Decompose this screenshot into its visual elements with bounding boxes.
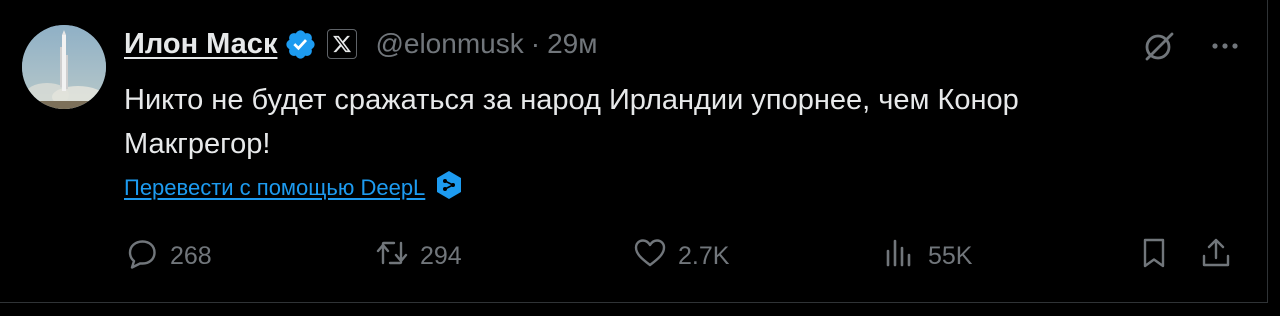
verified-badge-icon[interactable] bbox=[284, 28, 317, 61]
separator-dot: · bbox=[530, 28, 541, 59]
bookmark-button[interactable] bbox=[1136, 236, 1172, 276]
tweet-top-actions bbox=[1141, 28, 1243, 69]
like-count: 2.7K bbox=[678, 241, 730, 270]
x-affiliate-icon[interactable] bbox=[327, 29, 358, 59]
repost-icon bbox=[374, 235, 410, 278]
tweet-card[interactable]: Илон Маск @elonmusk · 29м Никто не будет… bbox=[0, 0, 1268, 303]
translate-link[interactable]: Перевести с помощью DeepL bbox=[124, 175, 425, 201]
views-button[interactable]: 55K bbox=[882, 236, 972, 276]
repost-button[interactable]: 294 bbox=[374, 236, 462, 276]
reply-icon bbox=[124, 235, 160, 278]
share-icon bbox=[1198, 235, 1234, 278]
share-button[interactable] bbox=[1198, 236, 1234, 276]
views-count: 55K bbox=[928, 241, 973, 270]
tweet-text: Никто не будет сражаться за народ Ирланд… bbox=[124, 84, 1019, 160]
display-name[interactable]: Илон Маск bbox=[124, 28, 277, 61]
reply-button[interactable]: 268 bbox=[124, 236, 212, 276]
avatar[interactable] bbox=[22, 25, 106, 109]
like-icon bbox=[632, 235, 668, 278]
timestamp[interactable]: 29м bbox=[547, 28, 597, 60]
tweet-actions: 268 294 2.7K 55K bbox=[124, 236, 1244, 276]
views-icon bbox=[882, 235, 918, 278]
bookmark-icon bbox=[1136, 235, 1172, 278]
translate-row: Перевести с помощью DeepL bbox=[124, 170, 463, 205]
grok-icon[interactable] bbox=[1141, 28, 1177, 69]
more-options-icon[interactable] bbox=[1177, 28, 1243, 69]
rocket-launch-image bbox=[22, 25, 106, 109]
like-button[interactable]: 2.7K bbox=[632, 236, 729, 276]
handle[interactable]: @elonmusk bbox=[375, 28, 523, 60]
repost-count: 294 bbox=[420, 241, 462, 270]
deepl-icon[interactable] bbox=[425, 170, 463, 205]
tweet-header: Илон Маск @elonmusk · 29м bbox=[124, 24, 597, 64]
reply-count: 268 bbox=[170, 241, 212, 270]
